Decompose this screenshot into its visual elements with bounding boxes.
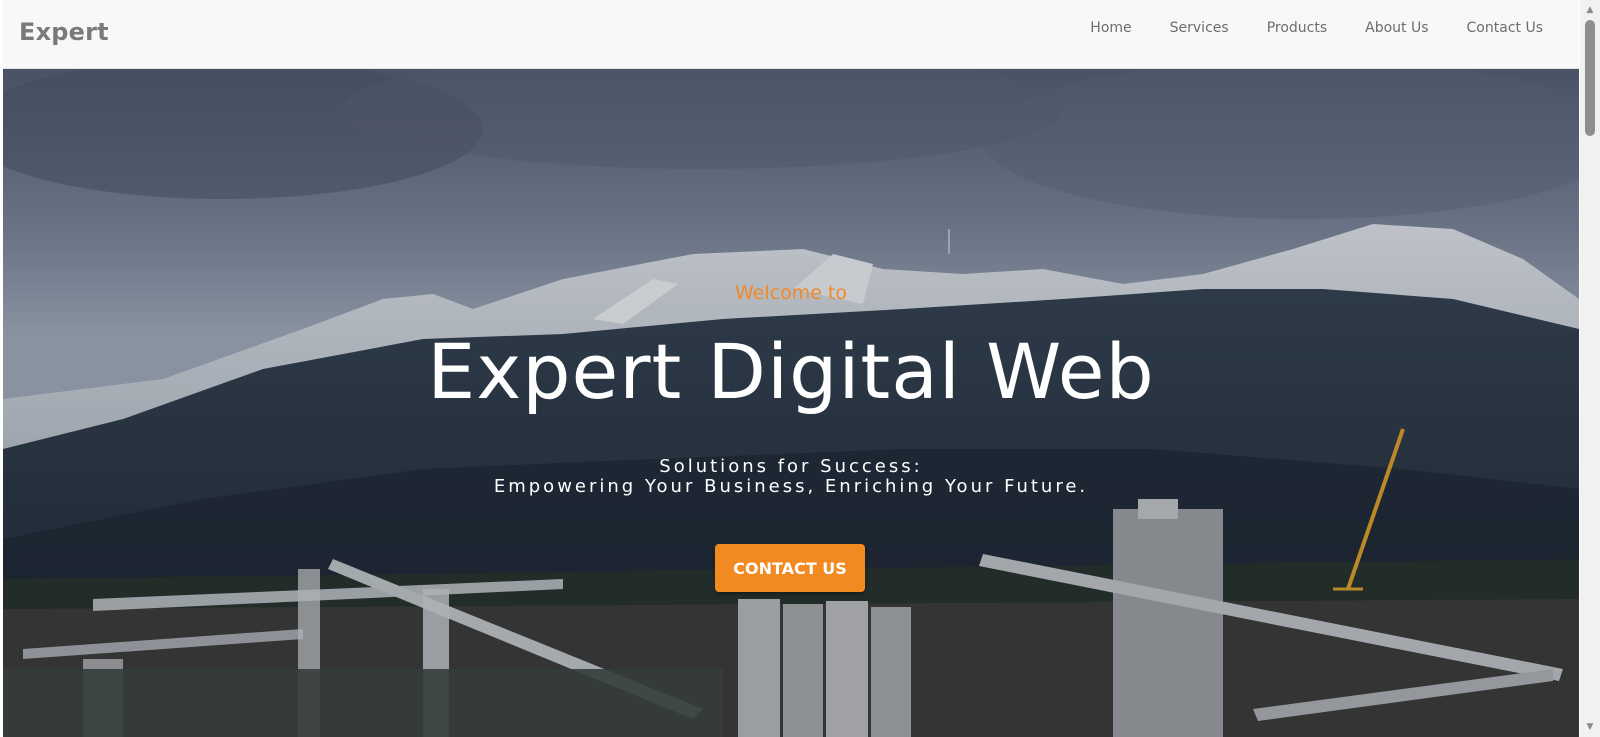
scroll-up-arrow-icon[interactable]: ▲ [1584,4,1596,16]
hero-section: Welcome to Expert Digital Web Solutions … [3,69,1579,737]
top-navbar: Expert Home Services Products About Us C… [3,0,1579,69]
hero-tagline-line-1: Solutions for Success: [659,456,923,477]
hero-title: Expert Digital Web [427,327,1155,416]
hero-tagline: Solutions for Success: Empowering Your B… [3,457,1579,497]
contact-us-button[interactable]: CONTACT US [715,544,865,592]
nav-link-home[interactable]: Home [1090,20,1131,36]
scrollbar-thumb[interactable] [1585,20,1595,136]
hero-welcome-text: Welcome to [734,282,848,304]
browser-viewport: Expert Home Services Products About Us C… [0,0,1600,737]
brand-logo[interactable]: Expert [19,18,109,46]
scroll-down-arrow-icon[interactable]: ▼ [1584,721,1596,733]
nav-link-services[interactable]: Services [1170,20,1229,36]
hero-tagline-line-2: Empowering Your Business, Enriching Your… [493,476,1089,497]
nav-link-contact-us[interactable]: Contact Us [1467,20,1543,36]
page-scrollbar[interactable]: ▲ ▼ [1580,0,1600,737]
nav-link-products[interactable]: Products [1267,20,1327,36]
nav-link-about-us[interactable]: About Us [1365,20,1428,36]
main-navigation: Home Services Products About Us Contact … [1090,20,1543,36]
